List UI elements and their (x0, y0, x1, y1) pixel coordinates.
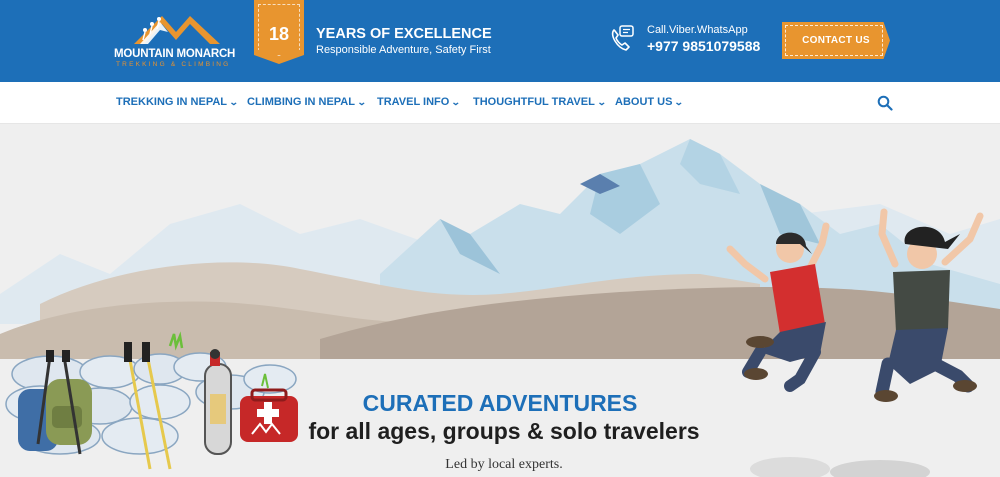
hero-note: Led by local experts. (445, 457, 563, 472)
phone-chat-icon (611, 25, 634, 51)
logo-mountain-icon (134, 16, 220, 44)
hero-section: CURATED ADVENTURES for all ages, groups … (0, 124, 1000, 477)
brand-logo[interactable]: MOUNTAIN MONARCH TREKKING & CLIMBING (114, 10, 239, 72)
top-header-bar: MOUNTAIN MONARCH TREKKING & CLIMBING 18 … (0, 0, 1000, 82)
chevron-down-icon: ⌄ (451, 97, 462, 107)
hero-title: CURATED ADVENTURES (362, 390, 638, 416)
nav-item-about-us[interactable]: ABOUT US ⌄ (615, 96, 685, 108)
contact-us-button[interactable]: CONTACT US (782, 22, 890, 59)
nav-item-label: THOUGHTFUL TRAVEL (473, 96, 595, 108)
nav-item-trekking[interactable]: TREKKING IN NEPAL ⌄ (116, 96, 239, 108)
brand-name: MOUNTAIN MONARCH (114, 48, 236, 60)
chevron-down-icon: ⌄ (356, 97, 367, 107)
search-icon[interactable] (877, 95, 893, 111)
chevron-down-icon: ⌄ (596, 97, 607, 107)
contact-channels: Call.Viber.WhatsApp (647, 24, 748, 36)
chevron-down-icon: ⌄ (674, 97, 685, 107)
years-number: 18 (268, 24, 290, 44)
main-navigation: TREKKING IN NEPAL ⌄ CLIMBING IN NEPAL ⌄ TR… (0, 82, 1000, 124)
contact-button-border (785, 25, 883, 56)
nav-item-label: TRAVEL INFO (377, 96, 450, 108)
nav-item-label: ABOUT US (615, 96, 673, 108)
excellence-title: YEARS OF EXCELLENCE (316, 26, 492, 42)
excellence-subtitle: Responsible Adventure, Safety First (316, 44, 491, 56)
chevron-down-icon: ⌄ (228, 97, 239, 107)
nav-item-thoughtful-travel[interactable]: THOUGHTFUL TRAVEL ⌄ (473, 96, 607, 108)
brand-tagline: TREKKING & CLIMBING (116, 61, 231, 68)
phone-number[interactable]: +977 9851079588 (647, 38, 760, 54)
nav-item-label: CLIMBING IN NEPAL (247, 96, 355, 108)
hero-subtitle: for all ages, groups & solo travelers (308, 418, 700, 444)
nav-item-climbing[interactable]: CLIMBING IN NEPAL ⌄ (247, 96, 367, 108)
nav-item-label: TREKKING IN NEPAL (116, 96, 228, 108)
years-badge: 18 (254, 0, 304, 64)
nav-item-travel-info[interactable]: TRAVEL INFO ⌄ (377, 96, 462, 108)
